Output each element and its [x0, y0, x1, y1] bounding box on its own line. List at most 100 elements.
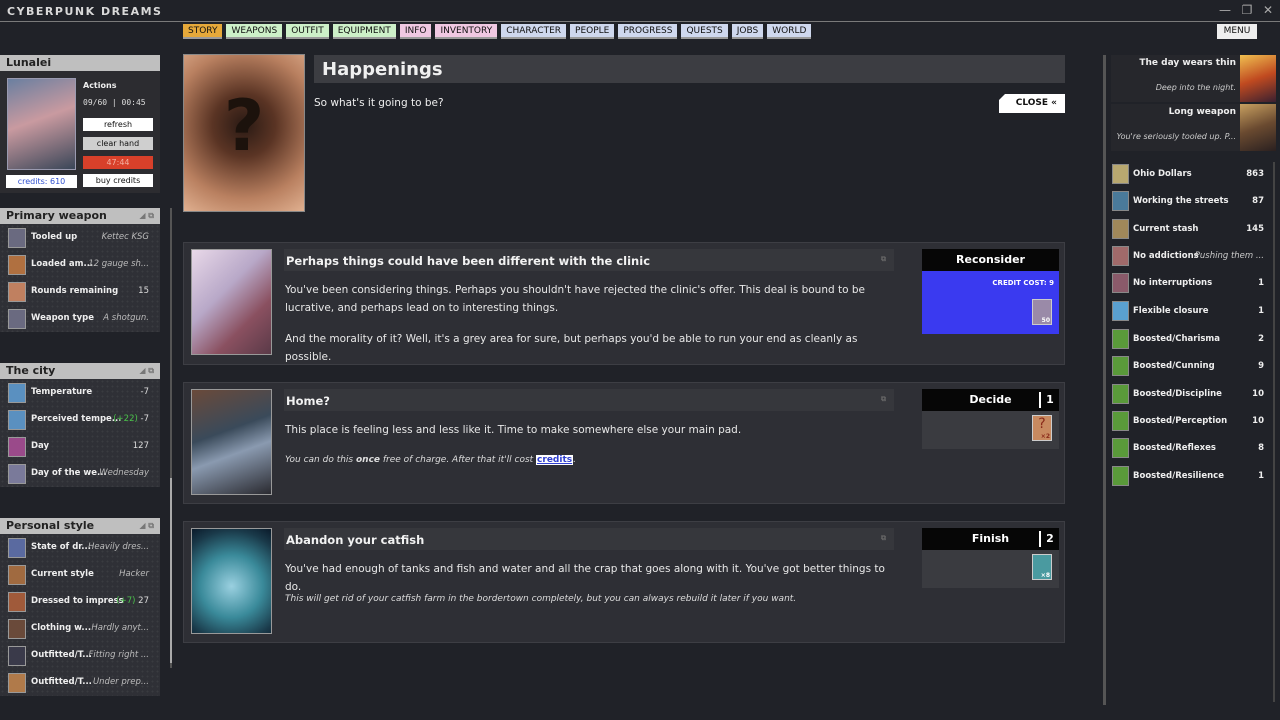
status-title: Long weapon [1168, 107, 1236, 117]
left-scrollbar[interactable] [170, 208, 172, 668]
title-bar: CYBERPUNK DREAMS — ❐ ✕ [0, 0, 1280, 22]
restore-icon[interactable]: ❐ [1239, 3, 1255, 17]
day-thumb [8, 437, 26, 457]
card-text: And the morality of it? Well, it's a gre… [285, 333, 858, 363]
status-sub: You're seriously tooled up. P... [1116, 132, 1236, 141]
action-clock: 09/60 | 00:45 [83, 98, 146, 107]
tab-quests[interactable]: QUESTS [681, 24, 728, 39]
stat-row[interactable]: Boosted/Resilience 1 [1111, 464, 1266, 491]
finish-button[interactable]: Finish 2 [922, 528, 1059, 550]
buy-credits-button[interactable]: buy credits [83, 174, 153, 187]
credits-link[interactable]: credits: 610 [6, 175, 77, 188]
style-thumb [8, 565, 26, 585]
character-portrait[interactable] [7, 78, 76, 170]
city-header[interactable]: The city ◢ ⧉ [0, 363, 160, 379]
style-thumb [8, 619, 26, 639]
addiction-icon [1112, 246, 1129, 266]
stat-row[interactable]: Ohio Dollars 863 [1111, 162, 1266, 189]
decide-button[interactable]: Decide 1 [922, 389, 1059, 411]
stat-row[interactable]: Working the streets 87 [1111, 189, 1266, 216]
weapon-type-thumb [8, 309, 26, 329]
event-card: Abandon your catfish ⧉ You've had enough … [183, 521, 1065, 643]
stat-row[interactable]: Day 127 [0, 433, 160, 460]
style-thumb [8, 646, 26, 666]
stat-row[interactable]: Boosted/Reflexes 8 [1111, 436, 1266, 463]
stat-row[interactable]: Dressed to impress (+7) 27 [0, 588, 160, 615]
style-thumb [8, 538, 26, 558]
stat-row[interactable]: Loaded am... 12 gauge sh... [0, 251, 160, 278]
card-text: You've had enough of tanks and fish and … [285, 563, 885, 593]
stat-row[interactable]: Outfitted/T... Under prep... [0, 669, 160, 696]
primary-weapon-header[interactable]: Primary weapon ◢ ⧉ [0, 208, 160, 224]
finish-action[interactable]: Finish 2 ×8 [922, 528, 1059, 588]
stat-row[interactable]: Boosted/Charisma 2 [1111, 327, 1266, 354]
credits-link-inline[interactable]: credits [536, 455, 574, 465]
style-thumb [8, 673, 26, 693]
stat-row[interactable]: Tooled up Kettec KSG [0, 224, 160, 251]
tab-character[interactable]: CHARACTER [501, 24, 567, 39]
tab-story[interactable]: STORY [183, 24, 223, 39]
event-card: Home? ⧉ This place is feeling less and le… [183, 382, 1065, 504]
question-card-icon: ? ×2 [1032, 415, 1052, 441]
personal-style-header[interactable]: Personal style ◢ ⧉ [0, 518, 160, 534]
stat-row[interactable]: Clothing w... Hardly anyt... [0, 615, 160, 642]
reconsider-action[interactable]: Reconsider CREDIT COST: 9 50 [922, 249, 1059, 334]
tab-weapons[interactable]: WEAPONS [226, 24, 283, 39]
closure-icon [1112, 301, 1129, 321]
tab-people[interactable]: PEOPLE [570, 24, 615, 39]
tab-world[interactable]: WORLD [767, 24, 812, 39]
status-card-weapon[interactable]: Long weapon You're seriously tooled up. … [1111, 104, 1276, 151]
status-card-day[interactable]: The day wears thin Deep into the night. [1111, 55, 1276, 102]
stat-row[interactable]: Perceived tempe... (+22) -7 [0, 406, 160, 433]
timer-bar: 47:44 [83, 156, 153, 169]
stat-row[interactable]: Boosted/Cunning 9 [1111, 354, 1266, 381]
stat-row[interactable]: Outfitted/T... Fitting right ... [0, 642, 160, 669]
credit-cost-panel: CREDIT COST: 9 50 [922, 271, 1059, 334]
menu-button[interactable]: MENU [1217, 24, 1257, 39]
refresh-button[interactable]: refresh [83, 118, 153, 131]
finish-cost-panel: ×8 [922, 550, 1059, 588]
tab-outfit[interactable]: OUTFIT [286, 24, 329, 39]
main-scrollbar[interactable] [1103, 55, 1106, 705]
weapon-image [1240, 104, 1276, 151]
tab-inventory[interactable]: INVENTORY [435, 24, 498, 39]
character-profile: credits: 610 Actions 09/60 | 00:45 refre… [0, 71, 160, 193]
stat-row[interactable]: Temperature -7 [0, 379, 160, 406]
close-window-icon[interactable]: ✕ [1260, 3, 1276, 17]
minimize-icon[interactable]: — [1217, 3, 1233, 17]
card-title: Perhaps things could have been different… [284, 249, 894, 271]
tab-progress[interactable]: PROGRESS [618, 24, 678, 39]
stat-row[interactable]: Boosted/Perception 10 [1111, 409, 1266, 436]
clinic-image [191, 249, 272, 355]
card-text: You've been considering things. Perhaps … [285, 284, 865, 314]
tab-equipment[interactable]: EQUIPMENT [332, 24, 396, 39]
credit-cost-label: CREDIT COST: 9 [992, 279, 1054, 287]
close-button[interactable]: CLOSE « [999, 94, 1065, 113]
right-scrollbar[interactable] [1273, 162, 1275, 702]
stat-row[interactable]: Current style Hacker [0, 561, 160, 588]
stat-row[interactable]: No interruptions 1 [1111, 271, 1266, 298]
status-sub: Deep into the night. [1155, 83, 1236, 92]
decide-action[interactable]: Decide 1 ? ×2 [922, 389, 1059, 449]
stat-row[interactable]: Flexible closure 1 [1111, 299, 1266, 326]
clear-hand-button[interactable]: clear hand [83, 137, 153, 150]
question-mark-image: ? [183, 54, 305, 212]
rounds-thumb [8, 282, 26, 302]
stat-row[interactable]: Rounds remaining 15 [0, 278, 160, 305]
card-note: This will get rid of your catfish farm i… [285, 594, 797, 604]
boost-icon [1112, 329, 1129, 349]
stat-row[interactable]: No addictions Pushing them ... [1111, 244, 1266, 271]
reconsider-button[interactable]: Reconsider [922, 249, 1059, 271]
tab-info[interactable]: INFO [399, 24, 432, 39]
home-door-image [191, 389, 272, 495]
stat-row[interactable]: Day of the we... Wednesday [0, 460, 160, 487]
style-thumb [8, 592, 26, 612]
dollar-icon [1112, 164, 1129, 184]
stat-row[interactable]: Weapon type A shotgun. [0, 305, 160, 332]
stat-row[interactable]: Current stash 145 [1111, 217, 1266, 244]
boost-icon [1112, 356, 1129, 376]
stat-row[interactable]: Boosted/Discipline 10 [1111, 382, 1266, 409]
tab-jobs[interactable]: JOBS [731, 24, 764, 39]
left-scrollbar-thumb[interactable] [170, 478, 172, 663]
stat-row[interactable]: State of dr... Heavily dres... [0, 534, 160, 561]
